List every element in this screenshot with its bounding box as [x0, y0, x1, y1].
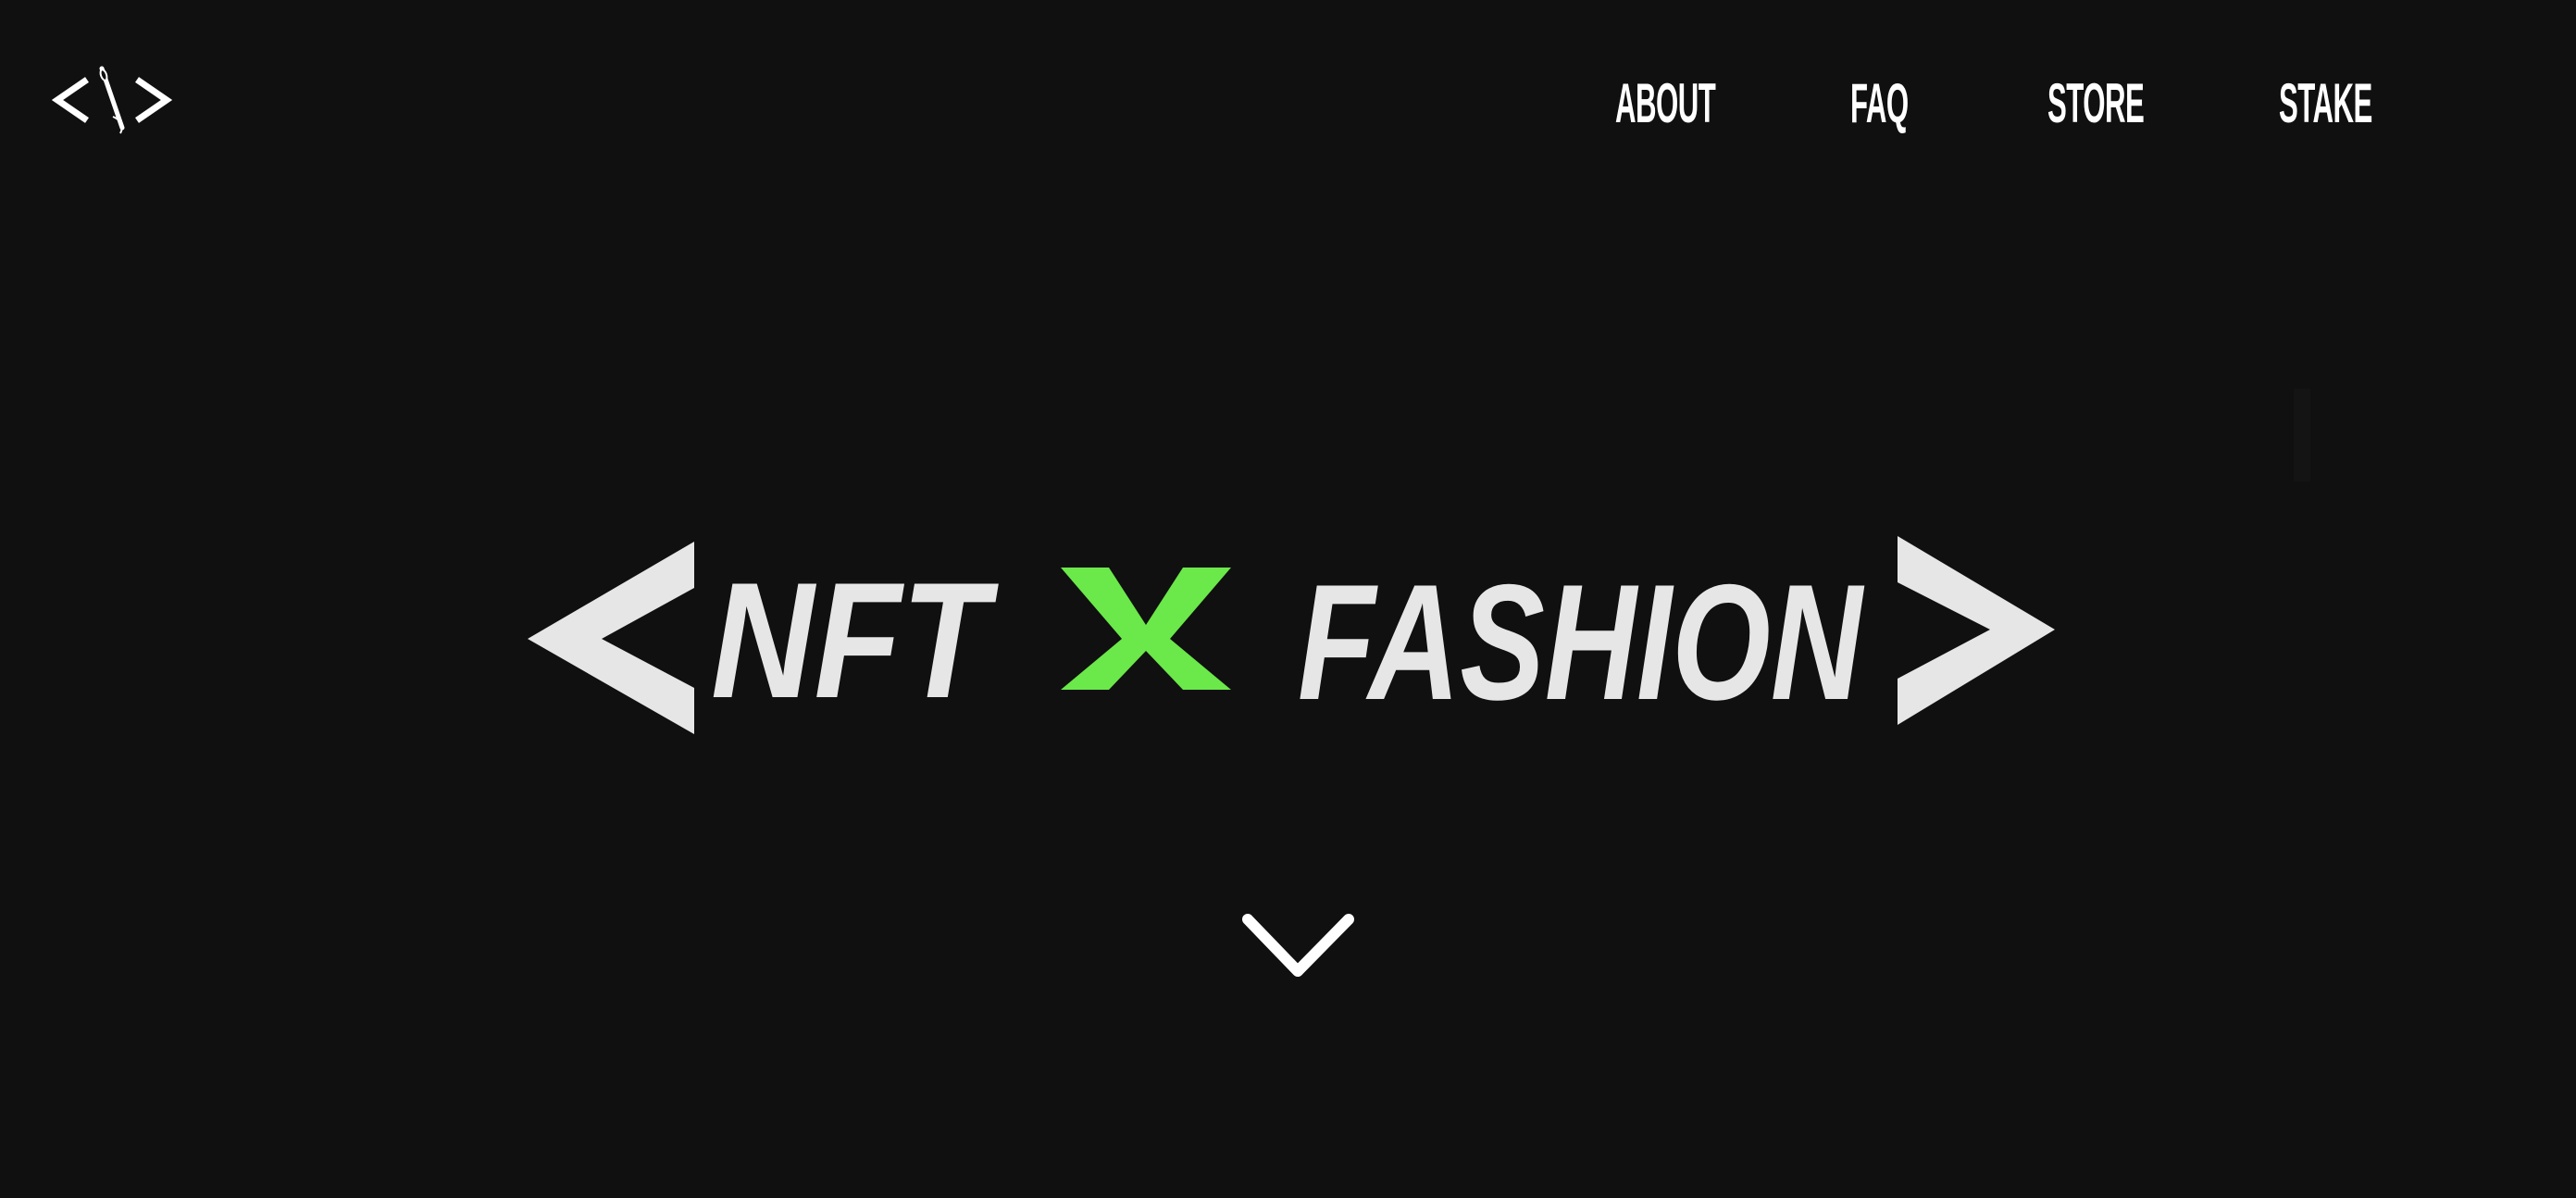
hero-logotype: NFT FASHION [528, 532, 2064, 736]
hero-logotype-graphic: NFT FASHION [528, 536, 2055, 734]
nav-about-link[interactable]: ABOUT [1615, 67, 1716, 141]
nav-stake-link[interactable]: STAKE [2279, 67, 2372, 141]
nav-store-link[interactable]: STORE [2047, 67, 2145, 141]
hero-green-x [1061, 568, 1231, 690]
nav-faq-link[interactable]: FAQ [1850, 67, 1909, 141]
decorative-mark [2294, 389, 2310, 481]
landing-page: ABOUT FAQ STORE STAKE NFT FASHION [0, 0, 2576, 1198]
main-nav: ABOUT FAQ STORE STAKE [0, 67, 2576, 141]
hero-left-bracket [528, 542, 694, 734]
hero-word-fashion: FASHION [1298, 550, 1865, 734]
scroll-down-button[interactable] [1240, 912, 1356, 981]
hero-right-bracket [1898, 536, 2055, 725]
chevron-down-icon [1242, 914, 1354, 977]
hero-word-nft: NFT [711, 548, 999, 732]
